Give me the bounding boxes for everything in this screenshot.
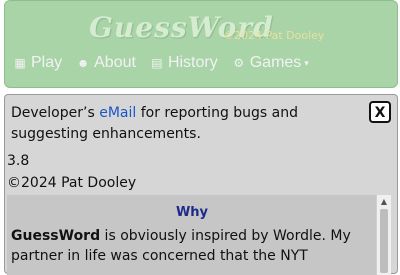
nav-history[interactable]: ▤ History [150, 54, 218, 72]
app-name-bold: GuessWord [11, 228, 101, 244]
about-content: Why GuessWord is obviously inspired by W… [11, 205, 373, 266]
developer-note: Developer’s eMail for reporting bugs and… [11, 103, 351, 145]
scroll-up-arrow-icon[interactable]: ▲ [377, 197, 391, 206]
app-header: GuessWord ©2024 Pat Dooley ▦ Play ☻ Abou… [4, 0, 398, 88]
nav-history-label: History [167, 54, 218, 71]
nav-about[interactable]: ☻ About [76, 54, 136, 72]
nav-about-label: About [94, 54, 136, 71]
nav-games[interactable]: ⚙ Games ▾ [232, 54, 309, 72]
chevron-down-icon: ▾ [304, 57, 309, 68]
developer-note-prefix: Developer’s [11, 105, 100, 121]
version-number: 3.8 [7, 153, 30, 169]
why-heading: Why [175, 205, 209, 220]
email-link[interactable]: eMail [99, 105, 136, 121]
main-nav: ▦ Play ☻ About ▤ History ⚙ Games ▾ [13, 53, 323, 73]
about-scroll-area[interactable]: Why GuessWord is obviously inspired by W… [7, 195, 391, 275]
nav-play[interactable]: ▦ Play [13, 54, 62, 72]
history-icon: ▤ [151, 56, 163, 70]
play-icon: ▦ [14, 56, 26, 70]
scrollbar[interactable]: ▲ [376, 195, 391, 275]
scroll-thumb[interactable] [380, 209, 388, 273]
about-icon: ☻ [76, 56, 90, 70]
nav-games-label: Games [249, 54, 302, 71]
games-icon: ⚙ [233, 56, 245, 70]
why-paragraph: GuessWord is obviously inspired by Wordl… [11, 226, 373, 266]
about-panel: Developer’s eMail for reporting bugs and… [4, 94, 398, 275]
copyright-text: ©2024 Pat Dooley [7, 175, 137, 191]
header-copyright: ©2024 Pat Dooley [223, 29, 325, 42]
nav-play-label: Play [31, 54, 63, 71]
close-button[interactable]: X [369, 101, 391, 123]
